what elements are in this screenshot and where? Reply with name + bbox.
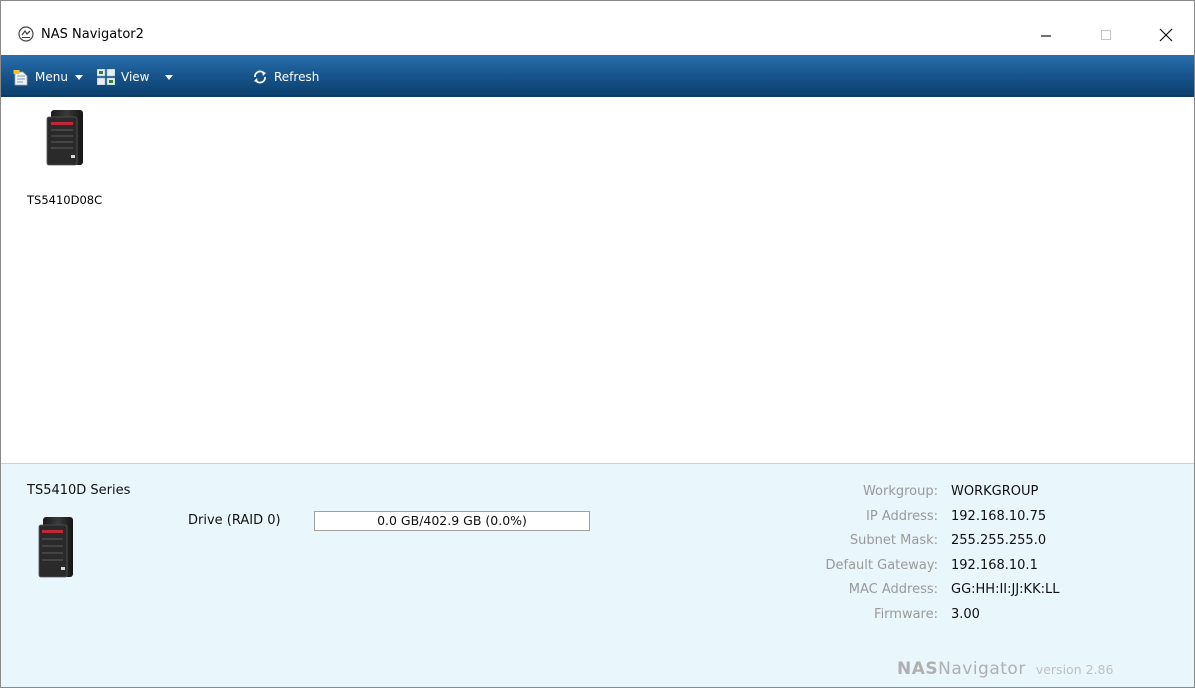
maximize-button[interactable] (1076, 17, 1136, 53)
refresh-button[interactable]: Refresh (252, 67, 319, 87)
version-label: version 2.86 (1035, 662, 1114, 677)
menu-button[interactable]: Menu (13, 67, 83, 87)
view-button[interactable]: View (97, 67, 174, 87)
drive-usage-bar: 0.0 GB/402.9 GB (0.0%) (314, 511, 590, 531)
brand-name: Navigator (938, 659, 1026, 679)
series-title: TS5410D Series (27, 483, 131, 498)
toolbar: Menu View Refresh (1, 55, 1194, 97)
info-value: 192.168.10.75 (951, 508, 1047, 524)
info-key: Workgroup: (862, 484, 938, 499)
device-name: TS5410D08C (27, 193, 103, 207)
info-row-subnet-mask: Subnet Mask: 255.255.255.0 (641, 531, 1186, 556)
drive-usage-text: 0.0 GB/402.9 GB (0.0%) (377, 513, 527, 528)
info-value: 3.00 (951, 606, 980, 622)
info-row-workgroup: Workgroup: WORKGROUP (641, 482, 1186, 507)
close-button[interactable] (1136, 17, 1194, 53)
menu-icon (13, 69, 28, 85)
minimize-icon (1041, 35, 1051, 37)
device-tile[interactable]: TS5410D08C (27, 109, 113, 207)
info-value: GG:HH:II:JJ:KK:LL (951, 582, 1060, 597)
info-key: Default Gateway: (825, 557, 939, 573)
drive-label: Drive (RAID 0) (188, 513, 281, 528)
info-row-firmware: Firmware: 3.00 (641, 605, 1186, 630)
info-value: WORKGROUP (951, 484, 1039, 499)
info-key: Subnet Mask: (849, 533, 938, 548)
info-key: MAC Address: (848, 582, 938, 597)
info-row-ip-address: IP Address: 192.168.10.75 (641, 507, 1186, 532)
chevron-down-icon (74, 74, 83, 80)
menu-label: Menu (35, 70, 68, 84)
nas-device-icon (38, 517, 73, 578)
view-label: View (121, 70, 150, 84)
refresh-icon (254, 70, 266, 84)
minimize-button[interactable] (1016, 17, 1076, 53)
close-icon (1159, 28, 1173, 42)
info-row-mac-address: MAC Address: GG:HH:II:JJ:KK:LL (641, 580, 1186, 605)
device-list[interactable]: TS5410D08C (1, 97, 1194, 462)
info-row-default-gateway: Default Gateway: 192.168.10.1 (641, 556, 1186, 581)
title-bar[interactable]: NAS Navigator2 (1, 1, 1194, 53)
nas-device-icon (46, 110, 83, 166)
info-value: 192.168.10.1 (951, 557, 1038, 573)
info-key: IP Address: (866, 508, 938, 524)
details-panel: TS5410D Series Drive (RAID 0) 0.0 GB/402… (1, 463, 1194, 687)
chevron-down-icon (165, 74, 174, 80)
brand-logo: NASNavigator version 2.86 (897, 659, 1113, 679)
info-key: Firmware: (874, 606, 938, 622)
window-title: NAS Navigator2 (41, 27, 144, 42)
view-icon (97, 69, 115, 85)
brand-prefix: NAS (897, 659, 939, 679)
refresh-label: Refresh (274, 70, 320, 84)
info-value: 255.255.255.0 (951, 533, 1047, 548)
nas-navigator-icon (18, 26, 34, 42)
device-info: Workgroup: WORKGROUP IP Address: 192.168… (641, 482, 1186, 629)
maximize-icon (1101, 30, 1111, 40)
app-window: NAS Navigator2 Menu View Refresh TS5410D… (0, 0, 1195, 688)
